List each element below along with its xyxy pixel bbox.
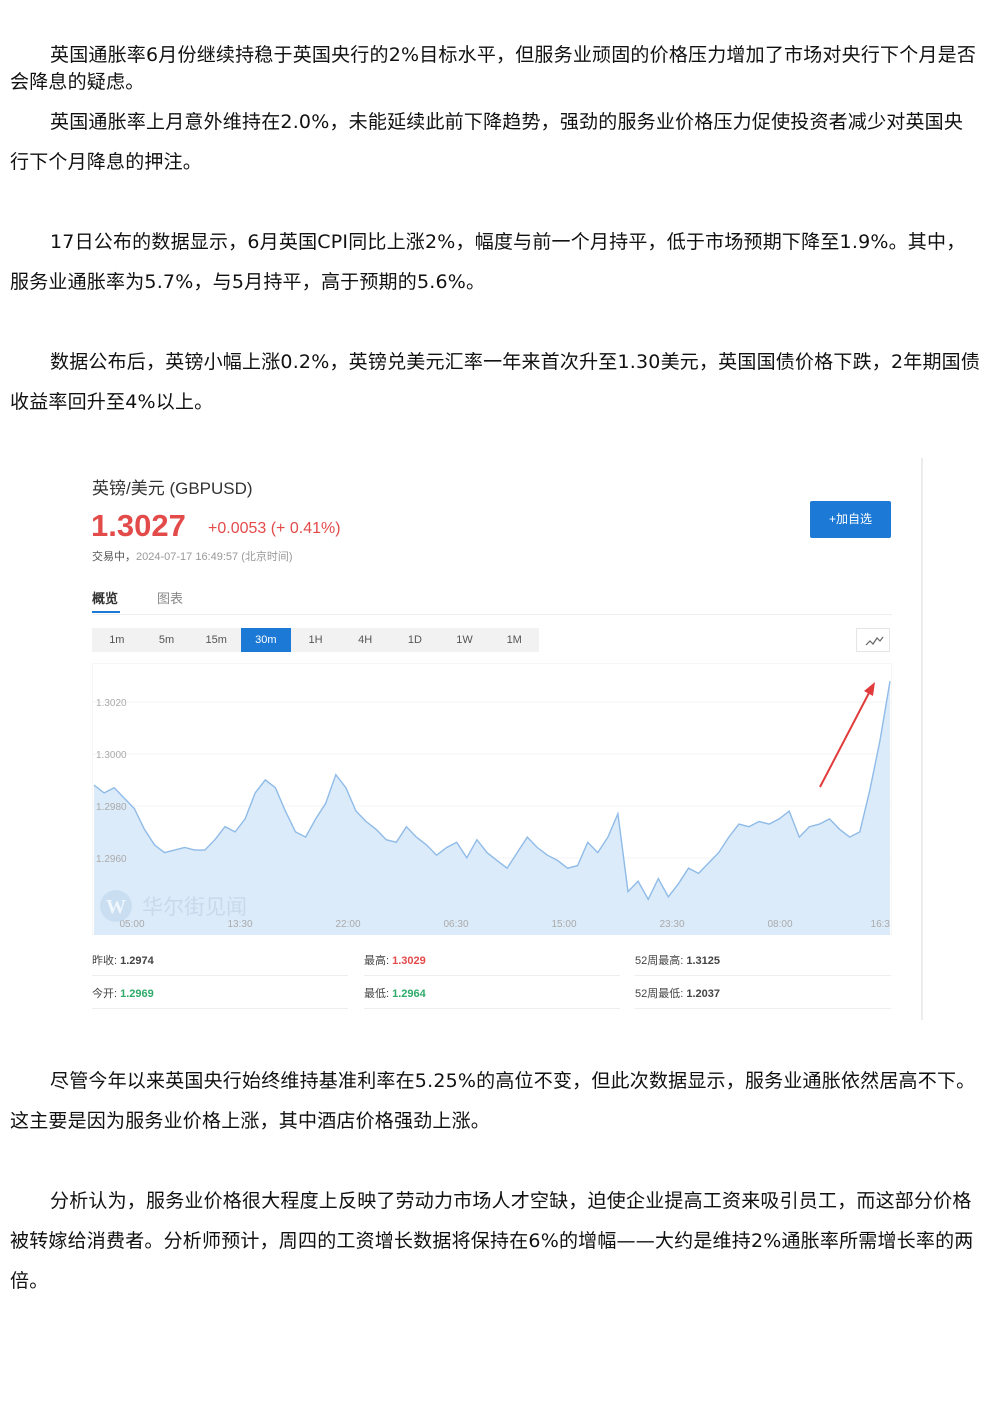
status-label: 交易中， [92, 551, 136, 563]
quote-timestamp: 2024-07-17 16:49:57 (北京时间) [136, 551, 293, 563]
line-chart-icon [865, 636, 884, 646]
stats-divider [635, 1008, 891, 1009]
tab-overview[interactable]: 概览 [92, 588, 118, 607]
interval-1w[interactable]: 1W [440, 628, 490, 652]
stat-open: 今开: 1.2969 [92, 988, 154, 1000]
stats-divider [635, 975, 891, 976]
stats-divider [364, 1008, 620, 1009]
last-price: 1.3027 [91, 508, 186, 543]
x-tick-label: 15:00 [551, 919, 576, 930]
interval-1h[interactable]: 1H [291, 628, 341, 652]
x-tick-label: 23:30 [659, 919, 684, 930]
paragraph-3: 17日公布的数据显示，6月英国CPI同比上涨2%，幅度与前一个月持平，低于市场预… [10, 231, 966, 293]
tab-divider [92, 614, 892, 615]
stat-52w-low: 52周最低: 1.2037 [635, 988, 721, 1000]
y-tick-label: 1.3000 [96, 750, 127, 761]
tab-chart[interactable]: 图表 [157, 588, 183, 607]
interval-selector: 1m 5m 15m 30m 1H 4H 1D 1W 1M [92, 628, 539, 652]
x-tick-label: 06:30 [443, 919, 468, 930]
x-tick-label: 13:30 [227, 919, 252, 930]
paragraph-5: 尽管今年以来英国央行始终维持基准利率在5.25%的高位不变，但此次数据显示，服务… [10, 1070, 976, 1132]
interval-30m[interactable]: 30m [241, 628, 291, 652]
paragraph-1: 英国通胀率6月份继续持稳于英国央行的2%目标水平，但服务业顽固的价格压力增加了市… [10, 44, 977, 93]
stats-divider [92, 1008, 348, 1009]
stats-divider [92, 975, 348, 976]
price-change: +0.0053 (+ 0.41%) [208, 520, 341, 537]
svg-text:W: W [106, 896, 126, 918]
x-tick-label: 05:00 [119, 919, 144, 930]
stat-high: 最高: 1.3029 [364, 955, 426, 967]
interval-1d[interactable]: 1D [390, 628, 440, 652]
quote-widget: 英镑/美元 (GBPUSD) 1.3027 +0.0053 (+ 0.41%) … [78, 458, 921, 1020]
stat-low: 最低: 1.2964 [364, 988, 426, 1000]
x-tick-label: 16:3 [871, 919, 891, 930]
watermark-text: 华尔街见闻 [142, 895, 247, 919]
interval-15m[interactable]: 15m [191, 628, 241, 652]
active-tab-indicator [92, 611, 120, 613]
stats-divider [364, 975, 620, 976]
y-tick-label: 1.2980 [96, 802, 127, 813]
add-to-watchlist-button[interactable]: +加自选 [810, 501, 891, 538]
x-tick-label: 08:00 [767, 919, 792, 930]
y-tick-label: 1.2960 [96, 854, 127, 865]
price-chart: 1.3020 1.3000 1.2980 1.2960 05:00 13:30 22:00… [92, 663, 892, 935]
watermark-logo: W 华尔街见闻 [100, 890, 247, 922]
trading-status: 交易中，2024-07-17 16:49:57 (北京时间) [92, 548, 293, 564]
paragraph-6: 分析认为，服务业价格很大程度上反映了劳动力市场人才空缺，迫使企业提高工资来吸引员… [10, 1190, 974, 1292]
interval-1mo[interactable]: 1M [489, 628, 539, 652]
interval-5m[interactable]: 5m [142, 628, 192, 652]
interval-4h[interactable]: 4H [340, 628, 390, 652]
interval-1m[interactable]: 1m [92, 628, 142, 652]
paragraph-2: 英国通胀率上月意外维持在2.0%，未能延续此前下降趋势，强劲的服务业价格压力促使… [10, 111, 964, 173]
paragraph-4: 数据公布后，英镑小幅上涨0.2%，英镑兑美元汇率一年来首次升至1.30美元，英国… [10, 351, 981, 413]
chart-type-toggle[interactable] [856, 628, 890, 652]
x-tick-label: 22:00 [335, 919, 360, 930]
y-tick-label: 1.3020 [96, 698, 127, 709]
stat-52w-high: 52周最高: 1.3125 [635, 955, 721, 967]
instrument-title: 英镑/美元 (GBPUSD) [92, 479, 253, 498]
stat-prev-close: 昨收: 1.2974 [92, 955, 154, 967]
